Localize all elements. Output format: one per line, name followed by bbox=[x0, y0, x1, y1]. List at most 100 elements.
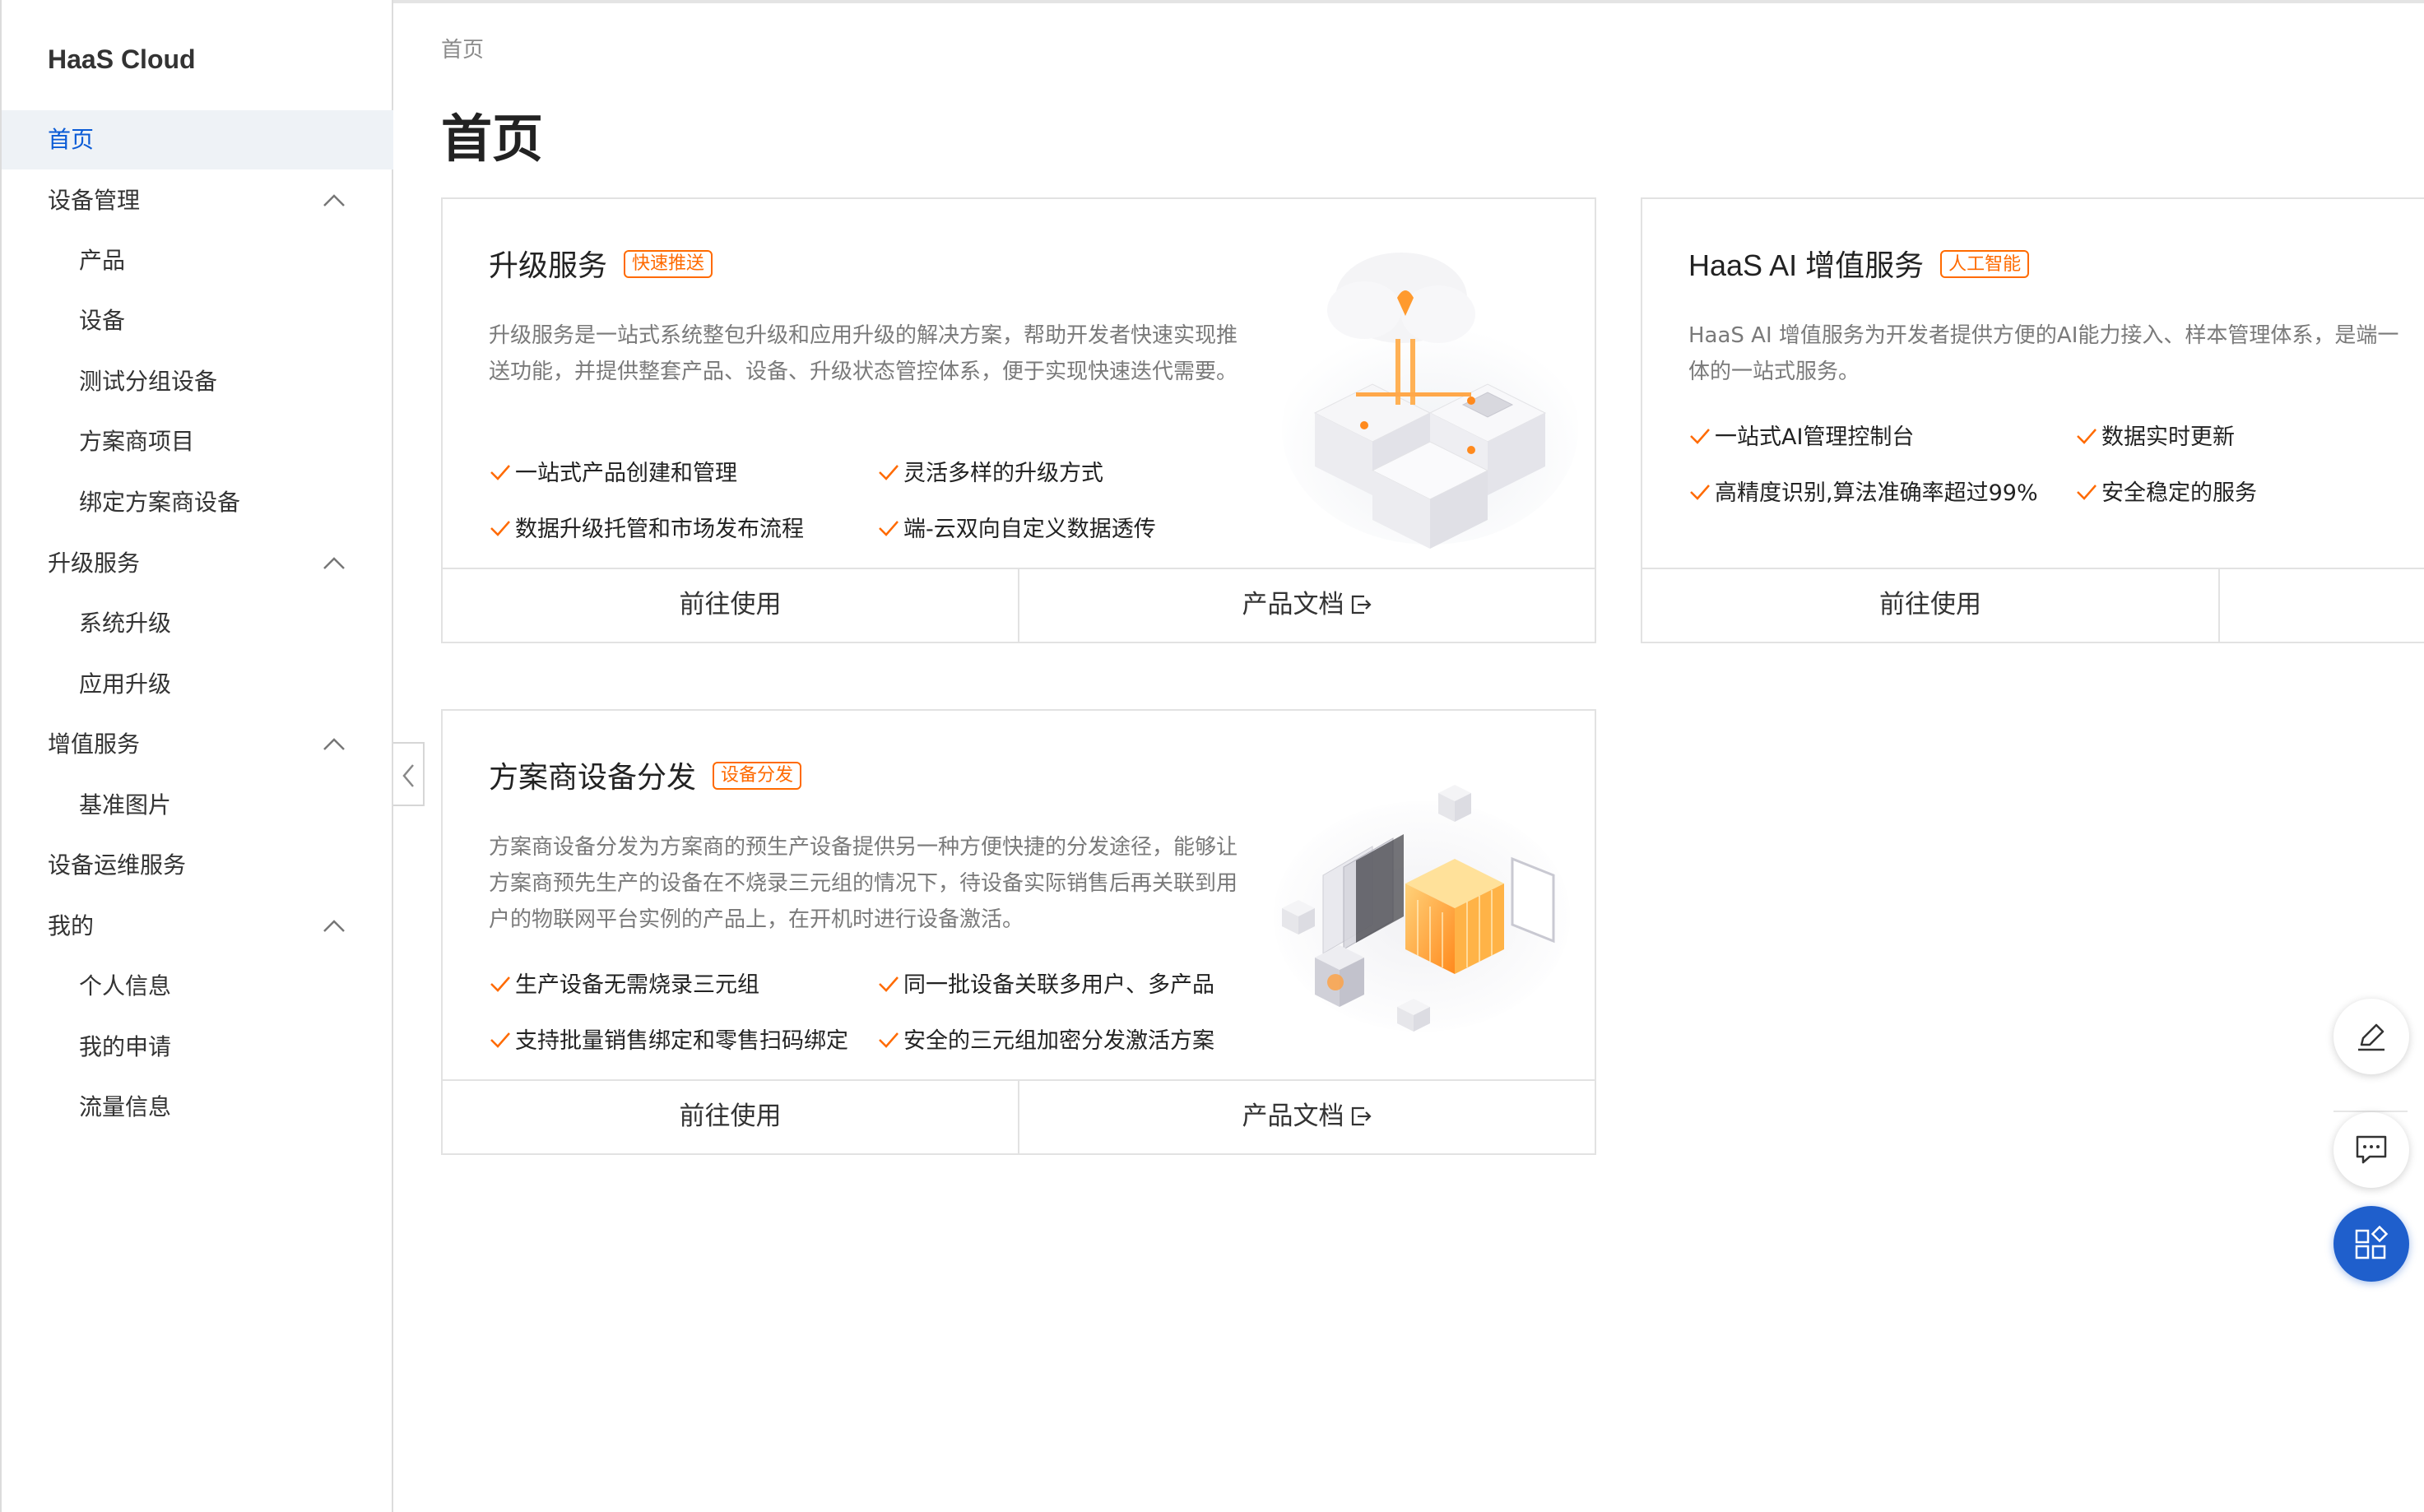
card-tag: 设备分发 bbox=[713, 762, 802, 790]
feature-text: 高精度识别,算法准确率超过99% bbox=[1715, 480, 2038, 506]
edit-icon bbox=[2358, 1023, 2385, 1051]
sidebar-item-app-upgrade[interactable]: 应用升级 bbox=[2, 655, 393, 714]
sidebar-item-label: 个人信息 bbox=[79, 972, 172, 999]
button-label: 前往使用 bbox=[679, 1102, 782, 1131]
card-tag: 人工智能 bbox=[1940, 250, 2030, 279]
sidebar-item-label: 系统升级 bbox=[79, 610, 172, 637]
external-link-icon bbox=[1351, 1106, 1372, 1126]
check-icon bbox=[490, 976, 510, 992]
feature-item: 一站式产品创建和管理 bbox=[489, 456, 737, 492]
page-title: 首页 bbox=[441, 109, 544, 169]
card-title-text: HaaS AI 增值服务 bbox=[1688, 248, 1925, 282]
sidebar-item-home[interactable]: 首页 bbox=[2, 110, 393, 169]
chevron-up-icon bbox=[323, 557, 345, 569]
sidebar-item-label: 流量信息 bbox=[79, 1093, 172, 1120]
breadcrumb[interactable]: 首页 bbox=[441, 33, 484, 63]
apps-button[interactable] bbox=[2333, 1206, 2409, 1282]
feature-item: 灵活多样的升级方式 bbox=[877, 456, 1103, 492]
feature-text: 数据升级托管和市场发布流程 bbox=[515, 517, 804, 542]
feature-text: 安全稳定的服务 bbox=[2101, 480, 2257, 506]
sidebar-item-value-added[interactable]: 增值服务 bbox=[2, 715, 393, 774]
sidebar-item-bind-vendor-device[interactable]: 绑定方案商设备 bbox=[2, 473, 393, 532]
sidebar-item-my-applications[interactable]: 我的申请 bbox=[2, 1018, 393, 1077]
sidebar-item-label: 首页 bbox=[48, 126, 95, 153]
card-title: 方案商设备分发 设备分发 bbox=[489, 754, 802, 796]
sidebar-item-test-group-device[interactable]: 测试分组设备 bbox=[2, 352, 393, 411]
card-footer: 前往使用 产品文档 bbox=[443, 568, 1595, 642]
sidebar-item-label: 绑定方案商设备 bbox=[79, 489, 241, 516]
sidebar-item-device[interactable]: 设备 bbox=[2, 291, 393, 350]
button-label: 产品文档 bbox=[1242, 590, 1344, 619]
sidebar-item-baseline-image[interactable]: 基准图片 bbox=[2, 776, 393, 835]
check-icon bbox=[879, 521, 899, 536]
sidebar-collapse-button[interactable] bbox=[393, 742, 425, 806]
sidebar-item-upgrade-service[interactable]: 升级服务 bbox=[2, 534, 393, 593]
chat-button[interactable] bbox=[2333, 1112, 2409, 1188]
go-use-button[interactable]: 前往使用 bbox=[443, 569, 1018, 642]
product-docs-button[interactable]: 产品文档 bbox=[1018, 1081, 1595, 1153]
check-icon bbox=[490, 1032, 510, 1048]
card-description: 升级服务是一站式系统整包升级和应用升级的解决方案，帮助开发者快速实现推送功能，并… bbox=[489, 323, 1238, 384]
feature-text: 同一批设备关联多用户、多产品 bbox=[903, 972, 1214, 998]
sidebar-item-label: 我的 bbox=[48, 912, 95, 939]
sidebar-item-label: 产品 bbox=[79, 247, 126, 274]
sidebar-item-system-upgrade[interactable]: 系统升级 bbox=[2, 594, 393, 653]
sidebar-item-mine[interactable]: 我的 bbox=[2, 897, 393, 956]
brand-title: HaaS Cloud bbox=[48, 44, 196, 74]
feature-text: 端-云双向自定义数据透传 bbox=[903, 517, 1156, 542]
chat-icon bbox=[2356, 1135, 2387, 1164]
feature-text: 一站式AI管理控制台 bbox=[1715, 424, 1915, 450]
button-label: 前往使用 bbox=[1879, 590, 1981, 619]
go-use-button[interactable]: 前往使用 bbox=[1642, 569, 2218, 642]
check-icon bbox=[1690, 429, 1710, 444]
card-title-text: 升级服务 bbox=[489, 249, 608, 283]
feature-text: 安全的三元组加密分发激活方案 bbox=[903, 1028, 1214, 1054]
sidebar-item-label: 设备 bbox=[79, 307, 126, 334]
sidebar-item-vendor-project[interactable]: 方案商项目 bbox=[2, 412, 393, 471]
sidebar-item-label: 测试分组设备 bbox=[79, 368, 218, 395]
card-title: 升级服务 快速推送 bbox=[489, 242, 713, 285]
card-title-text: 方案商设备分发 bbox=[489, 761, 697, 795]
product-docs-button[interactable]: 产品文档 bbox=[1018, 569, 1595, 642]
chevron-up-icon bbox=[323, 194, 345, 206]
feature-item: 安全稳定的服务 bbox=[2075, 475, 2257, 512]
chevron-left-icon bbox=[402, 764, 414, 787]
card-description: 方案商设备分发为方案商的预生产设备提供另一种方便快捷的分发途径，能够让方案商预先… bbox=[489, 835, 1238, 932]
check-icon bbox=[879, 976, 899, 992]
chevron-up-icon bbox=[323, 920, 345, 932]
chevron-up-icon bbox=[323, 738, 345, 750]
sidebar-item-product[interactable]: 产品 bbox=[2, 231, 393, 290]
card-description: HaaS AI 增值服务为开发者提供方便的AI能力接入、样本管理体系，是端一体的… bbox=[1688, 323, 2399, 384]
upgrade-illustration bbox=[1282, 253, 1578, 549]
sidebar-item-label: 设备管理 bbox=[48, 187, 141, 214]
footer-divider bbox=[2218, 569, 2220, 642]
check-icon bbox=[2077, 429, 2097, 444]
vendor-distribution-card: 方案商设备分发 设备分发 方案商设备分发为方案商的预生产设备提供另一种方便快捷的分… bbox=[441, 709, 1596, 1155]
sidebar-item-profile[interactable]: 个人信息 bbox=[2, 957, 393, 1016]
sidebar-item-label: 设备运维服务 bbox=[48, 851, 187, 879]
sidebar-item-label: 我的申请 bbox=[79, 1033, 172, 1060]
feature-text: 支持批量销售绑定和零售扫码绑定 bbox=[515, 1028, 848, 1054]
feature-text: 灵活多样的升级方式 bbox=[903, 461, 1103, 486]
button-label: 前往使用 bbox=[679, 590, 782, 619]
card-footer: 前往使用 bbox=[1642, 568, 2424, 642]
feature-item: 支持批量销售绑定和零售扫码绑定 bbox=[489, 1023, 867, 1060]
upgrade-service-card: 升级服务 快速推送 升级服务是一站式系统整包升级和应用升级的解决方案，帮助开发者快… bbox=[441, 197, 1596, 643]
sidebar-item-traffic-info[interactable]: 流量信息 bbox=[2, 1078, 393, 1137]
check-icon bbox=[2077, 485, 2097, 500]
sidebar-item-label: 基准图片 bbox=[79, 791, 172, 819]
card-tag: 快速推送 bbox=[624, 250, 713, 278]
sidebar-item-device-ops[interactable]: 设备运维服务 bbox=[2, 836, 393, 895]
external-link-icon bbox=[1351, 595, 1372, 615]
feature-item: 一站式AI管理控制台 bbox=[1688, 420, 1914, 456]
feature-item: 安全的三元组加密分发激活方案 bbox=[877, 1023, 1214, 1060]
button-label: 产品文档 bbox=[1242, 1102, 1344, 1131]
edit-feedback-button[interactable] bbox=[2333, 999, 2409, 1074]
feature-text: 一站式产品创建和管理 bbox=[515, 461, 737, 486]
sidebar-item-label: 增值服务 bbox=[48, 730, 141, 758]
go-use-button[interactable]: 前往使用 bbox=[443, 1081, 1018, 1153]
feature-item: 高精度识别,算法准确率超过99% bbox=[1688, 475, 2038, 512]
check-icon bbox=[1690, 485, 1710, 500]
card-title: HaaS AI 增值服务 人工智能 bbox=[1688, 242, 2030, 285]
sidebar-item-device-management[interactable]: 设备管理 bbox=[2, 171, 393, 230]
